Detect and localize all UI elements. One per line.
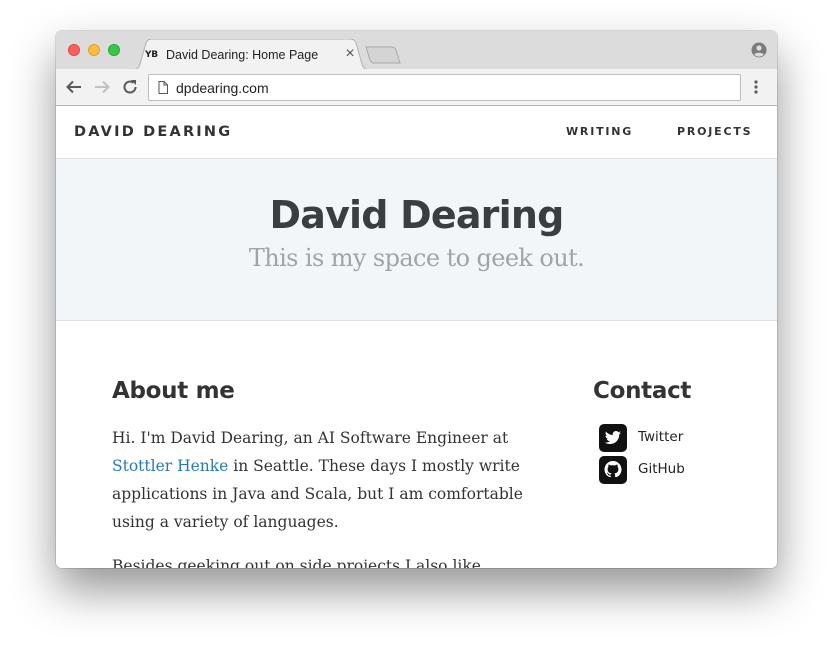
hero-title: David Dearing xyxy=(269,193,565,237)
favicon-icon: YB xyxy=(145,50,158,60)
company-link[interactable]: Stottler Henke xyxy=(112,457,228,475)
menu-icon[interactable] xyxy=(753,79,759,95)
browser-toolbar: dpdearing.com xyxy=(56,69,777,106)
forward-icon[interactable] xyxy=(93,78,111,96)
hero-banner: David Dearing This is my space to geek o… xyxy=(56,159,777,321)
window-maximize-button[interactable] xyxy=(108,44,120,56)
url-text: dpdearing.com xyxy=(176,80,269,96)
contact-heading: Contact xyxy=(593,378,692,404)
browser-window: YB David Dearing: Home Page × dpdearing.… xyxy=(56,31,777,568)
about-paragraph-2: Besides geeking out on side projects I a… xyxy=(112,557,481,568)
about-heading: About me xyxy=(112,378,235,404)
back-icon[interactable] xyxy=(65,78,83,96)
twitter-label: Twitter xyxy=(638,429,684,445)
nav-projects-link[interactable]: PROJECTS xyxy=(677,125,752,139)
site-header: DAVID DEARING WRITING PROJECTS xyxy=(56,106,777,159)
window-minimize-button[interactable] xyxy=(88,44,100,56)
page-viewport: DAVID DEARING WRITING PROJECTS David Dea… xyxy=(56,106,777,568)
profile-icon[interactable] xyxy=(751,42,767,58)
about-text-start: Hi. I'm David Dearing, an AI Software En… xyxy=(112,429,509,447)
reload-icon[interactable] xyxy=(121,78,139,96)
twitter-icon xyxy=(599,424,627,452)
tab-close-icon[interactable]: × xyxy=(343,46,357,62)
about-paragraph: Hi. I'm David Dearing, an AI Software En… xyxy=(112,424,542,536)
hero-subtitle: This is my space to geek out. xyxy=(248,244,585,272)
github-label: GitHub xyxy=(638,461,685,477)
window-close-button[interactable] xyxy=(68,44,80,56)
nav-writing-link[interactable]: WRITING xyxy=(566,125,633,139)
tab-strip: YB David Dearing: Home Page × xyxy=(56,31,777,70)
page-icon xyxy=(158,81,168,94)
new-tab-icon[interactable] xyxy=(365,46,401,64)
tab-title: David Dearing: Home Page xyxy=(166,48,319,62)
site-logo[interactable]: DAVID DEARING xyxy=(74,123,232,141)
address-bar[interactable]: dpdearing.com xyxy=(148,74,741,101)
tab-active[interactable]: YB David Dearing: Home Page × xyxy=(131,39,371,70)
github-icon xyxy=(599,456,627,484)
